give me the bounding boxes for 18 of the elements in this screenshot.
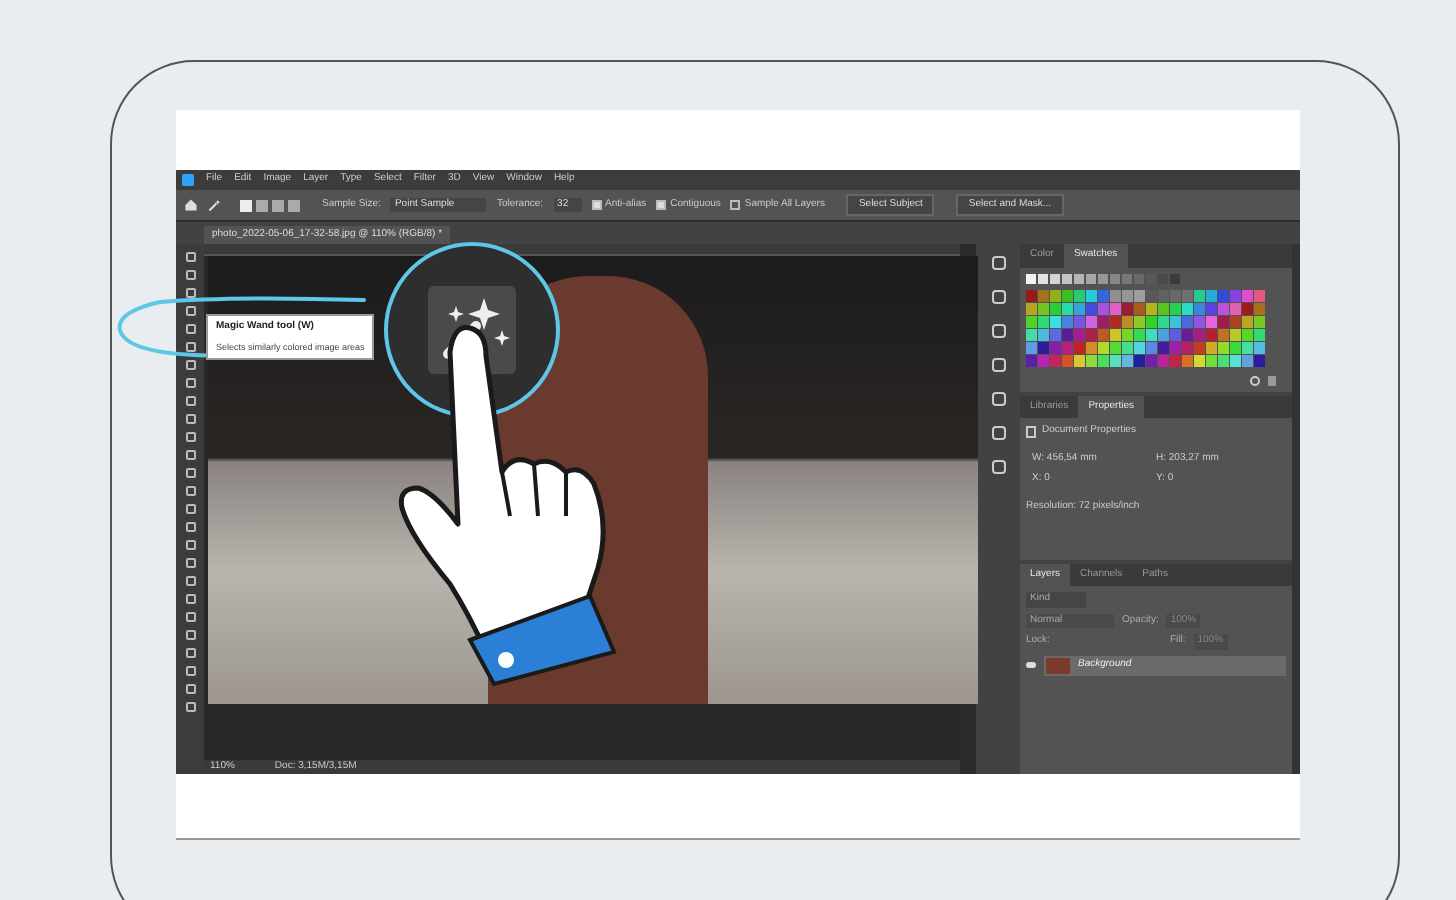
panel-icon[interactable] xyxy=(991,358,1005,372)
layer-thumbnail xyxy=(1046,657,1070,673)
panel-icon[interactable] xyxy=(991,460,1005,474)
checkbox[interactable] xyxy=(656,200,667,210)
panel-icon[interactable] xyxy=(991,392,1005,406)
new-group-icon[interactable] xyxy=(1250,375,1260,385)
document-icon xyxy=(1026,425,1036,438)
panel-icon[interactable] xyxy=(991,290,1005,304)
checkbox[interactable] xyxy=(591,200,602,210)
home-icon[interactable] xyxy=(184,198,198,212)
panel-icon[interactable] xyxy=(991,324,1005,338)
visibility-eye-icon[interactable] xyxy=(1026,662,1036,668)
app-logo-icon xyxy=(182,174,194,186)
panel-icon[interactable] xyxy=(991,426,1005,440)
trash-icon[interactable] xyxy=(1268,375,1276,385)
panel-icon[interactable] xyxy=(991,256,1005,270)
checkbox[interactable] xyxy=(730,200,741,210)
magic-wand-icon[interactable] xyxy=(208,198,222,212)
